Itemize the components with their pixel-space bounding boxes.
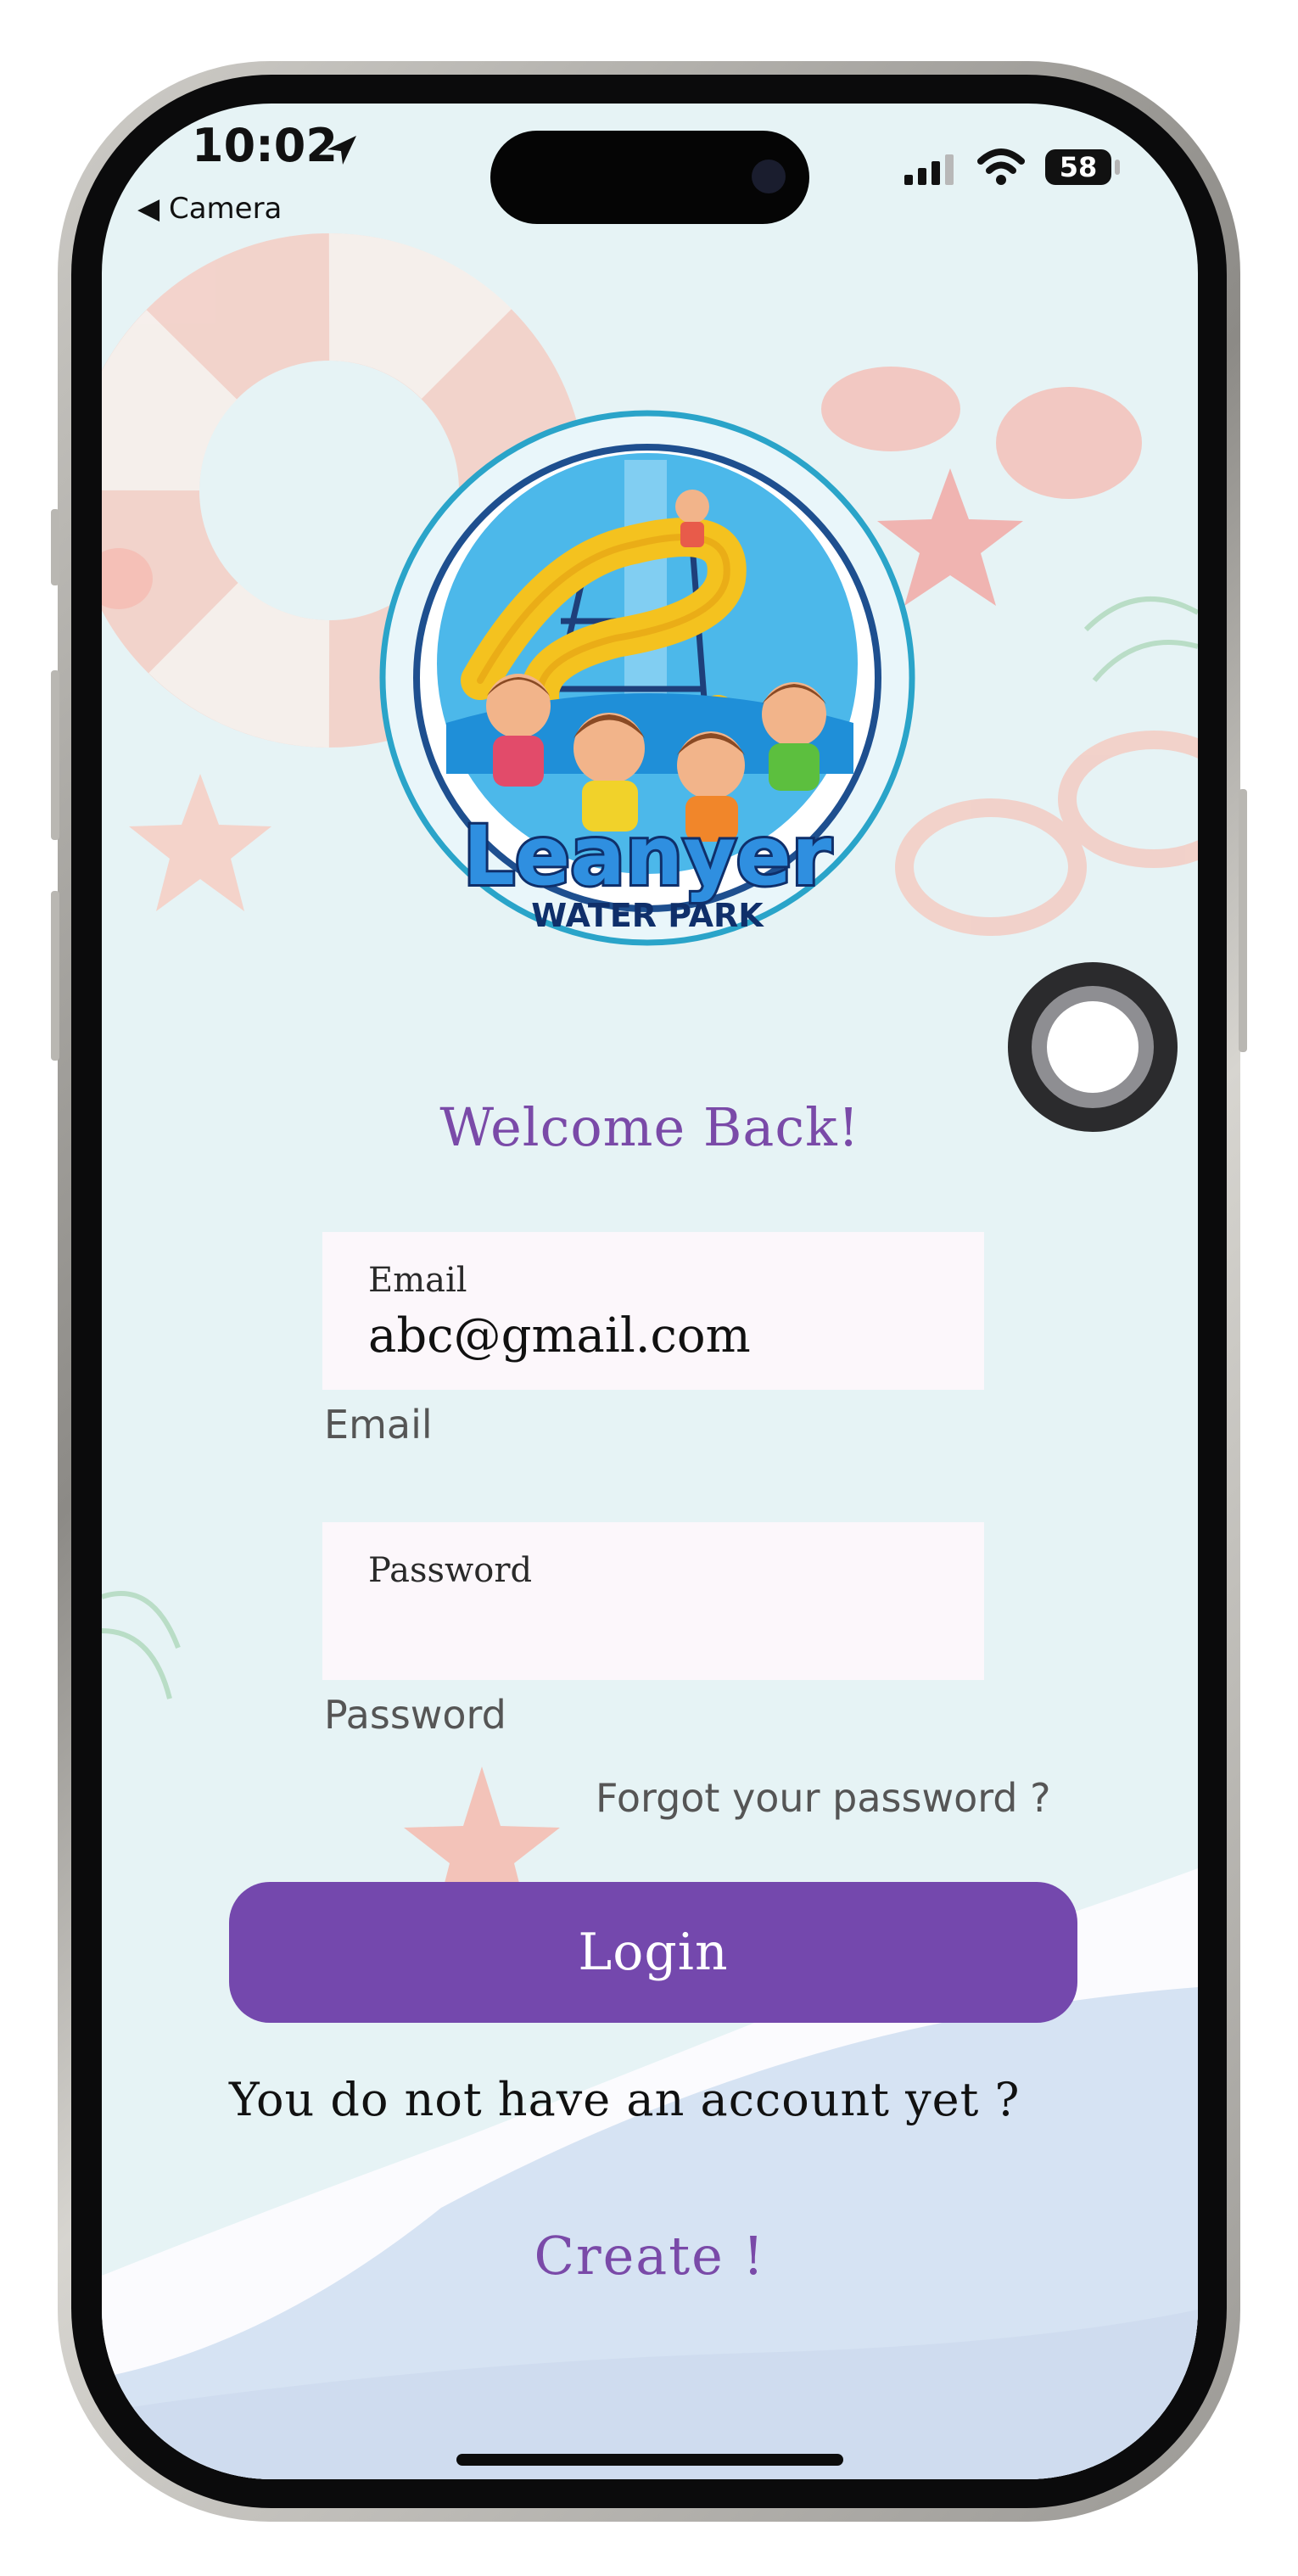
action-button [51, 509, 59, 585]
password-caption: Password [324, 1692, 506, 1738]
home-indicator[interactable] [456, 2454, 843, 2466]
power-button [1239, 789, 1247, 1052]
location-arrow-icon [327, 136, 356, 165]
create-account-link[interactable]: Create ! [102, 2225, 1198, 2287]
volume-up-button [51, 670, 59, 840]
email-floating-label: Email [368, 1261, 467, 1300]
dynamic-island [490, 131, 809, 224]
cellular-signal-icon [904, 154, 954, 185]
status-time: 10:02 [192, 119, 338, 172]
welcome-heading: Welcome Back! [439, 1096, 860, 1158]
forgot-password-link[interactable]: Forgot your password ? [596, 1775, 1051, 1821]
battery-indicator: 58 [1045, 149, 1111, 185]
app-screen: 10:02 ◀ Camera 58 Leanyer WATER PARK Wel… [102, 104, 1198, 2479]
assistive-touch-core [1047, 1001, 1139, 1093]
email-caption: Email [324, 1402, 433, 1448]
battery-cap-icon [1115, 160, 1120, 175]
email-input-value[interactable]: abc@gmail.com [368, 1308, 751, 1364]
wifi-icon [977, 148, 1025, 185]
leanyer-water-park-logo: Leanyer WATER PARK [379, 410, 915, 946]
login-button[interactable]: Login [229, 1882, 1077, 2023]
password-floating-label: Password [368, 1551, 533, 1590]
back-to-camera-link[interactable]: ◀ Camera [137, 192, 282, 226]
svg-text:Leanyer: Leanyer [463, 809, 832, 904]
front-camera-icon [752, 160, 786, 193]
no-account-text: You do not have an account yet ? [229, 2073, 1021, 2126]
svg-text:WATER PARK: WATER PARK [531, 897, 764, 934]
status-bar: 10:02 ◀ Camera 58 [102, 104, 1198, 256]
volume-down-button [51, 891, 59, 1061]
sunglasses-decoration [895, 731, 1198, 936]
password-field[interactable]: Password [322, 1522, 984, 1680]
email-field[interactable]: Email abc@gmail.com [322, 1232, 984, 1390]
